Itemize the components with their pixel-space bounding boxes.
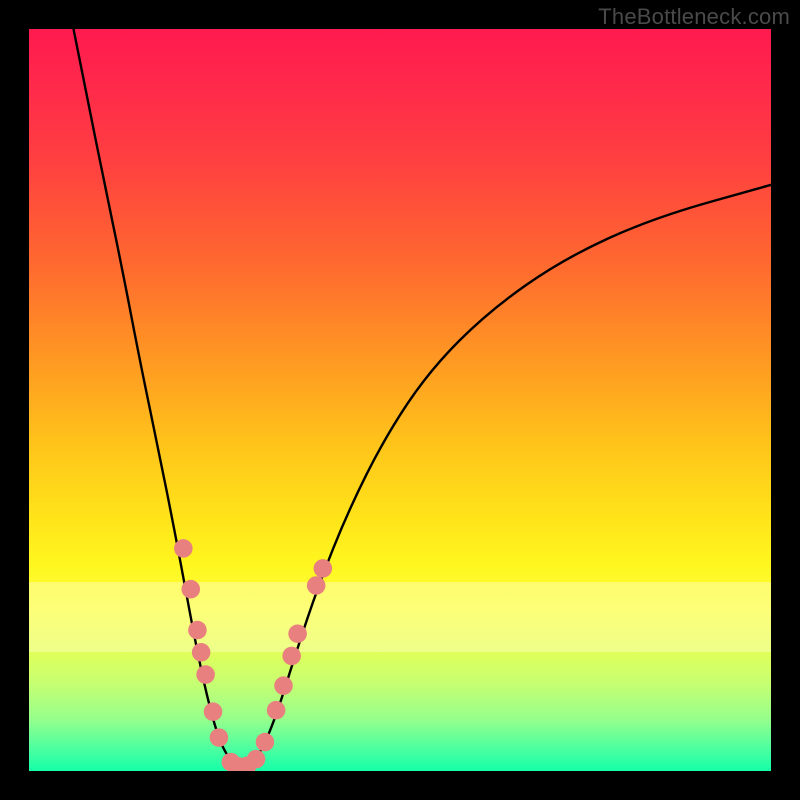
scatter-group [174,539,332,771]
chart-frame: TheBottleneck.com [0,0,800,800]
plot-area [29,29,771,771]
curves-svg [29,29,771,771]
scatter-dot [204,702,223,721]
scatter-dot [238,757,257,771]
scatter-dot [196,665,215,684]
line-series-group [74,29,771,767]
scatter-dot [314,559,333,578]
highlight-band [29,582,771,652]
scatter-dot [282,647,301,666]
series-right-curve [240,185,771,767]
scatter-dot [307,576,326,595]
watermark-text: TheBottleneck.com [598,4,790,30]
scatter-dot [210,728,229,747]
scatter-dot [222,753,241,771]
scatter-dot [230,757,249,771]
scatter-dot [247,750,266,769]
scatter-dot [192,643,211,662]
scatter-dot [181,580,200,599]
scatter-dot [256,733,275,752]
scatter-dot [267,701,286,720]
scatter-dot [274,676,293,695]
series-left-curve [74,29,241,767]
scatter-dot [188,621,207,640]
scatter-dot [174,539,193,558]
scatter-dot [288,624,307,643]
